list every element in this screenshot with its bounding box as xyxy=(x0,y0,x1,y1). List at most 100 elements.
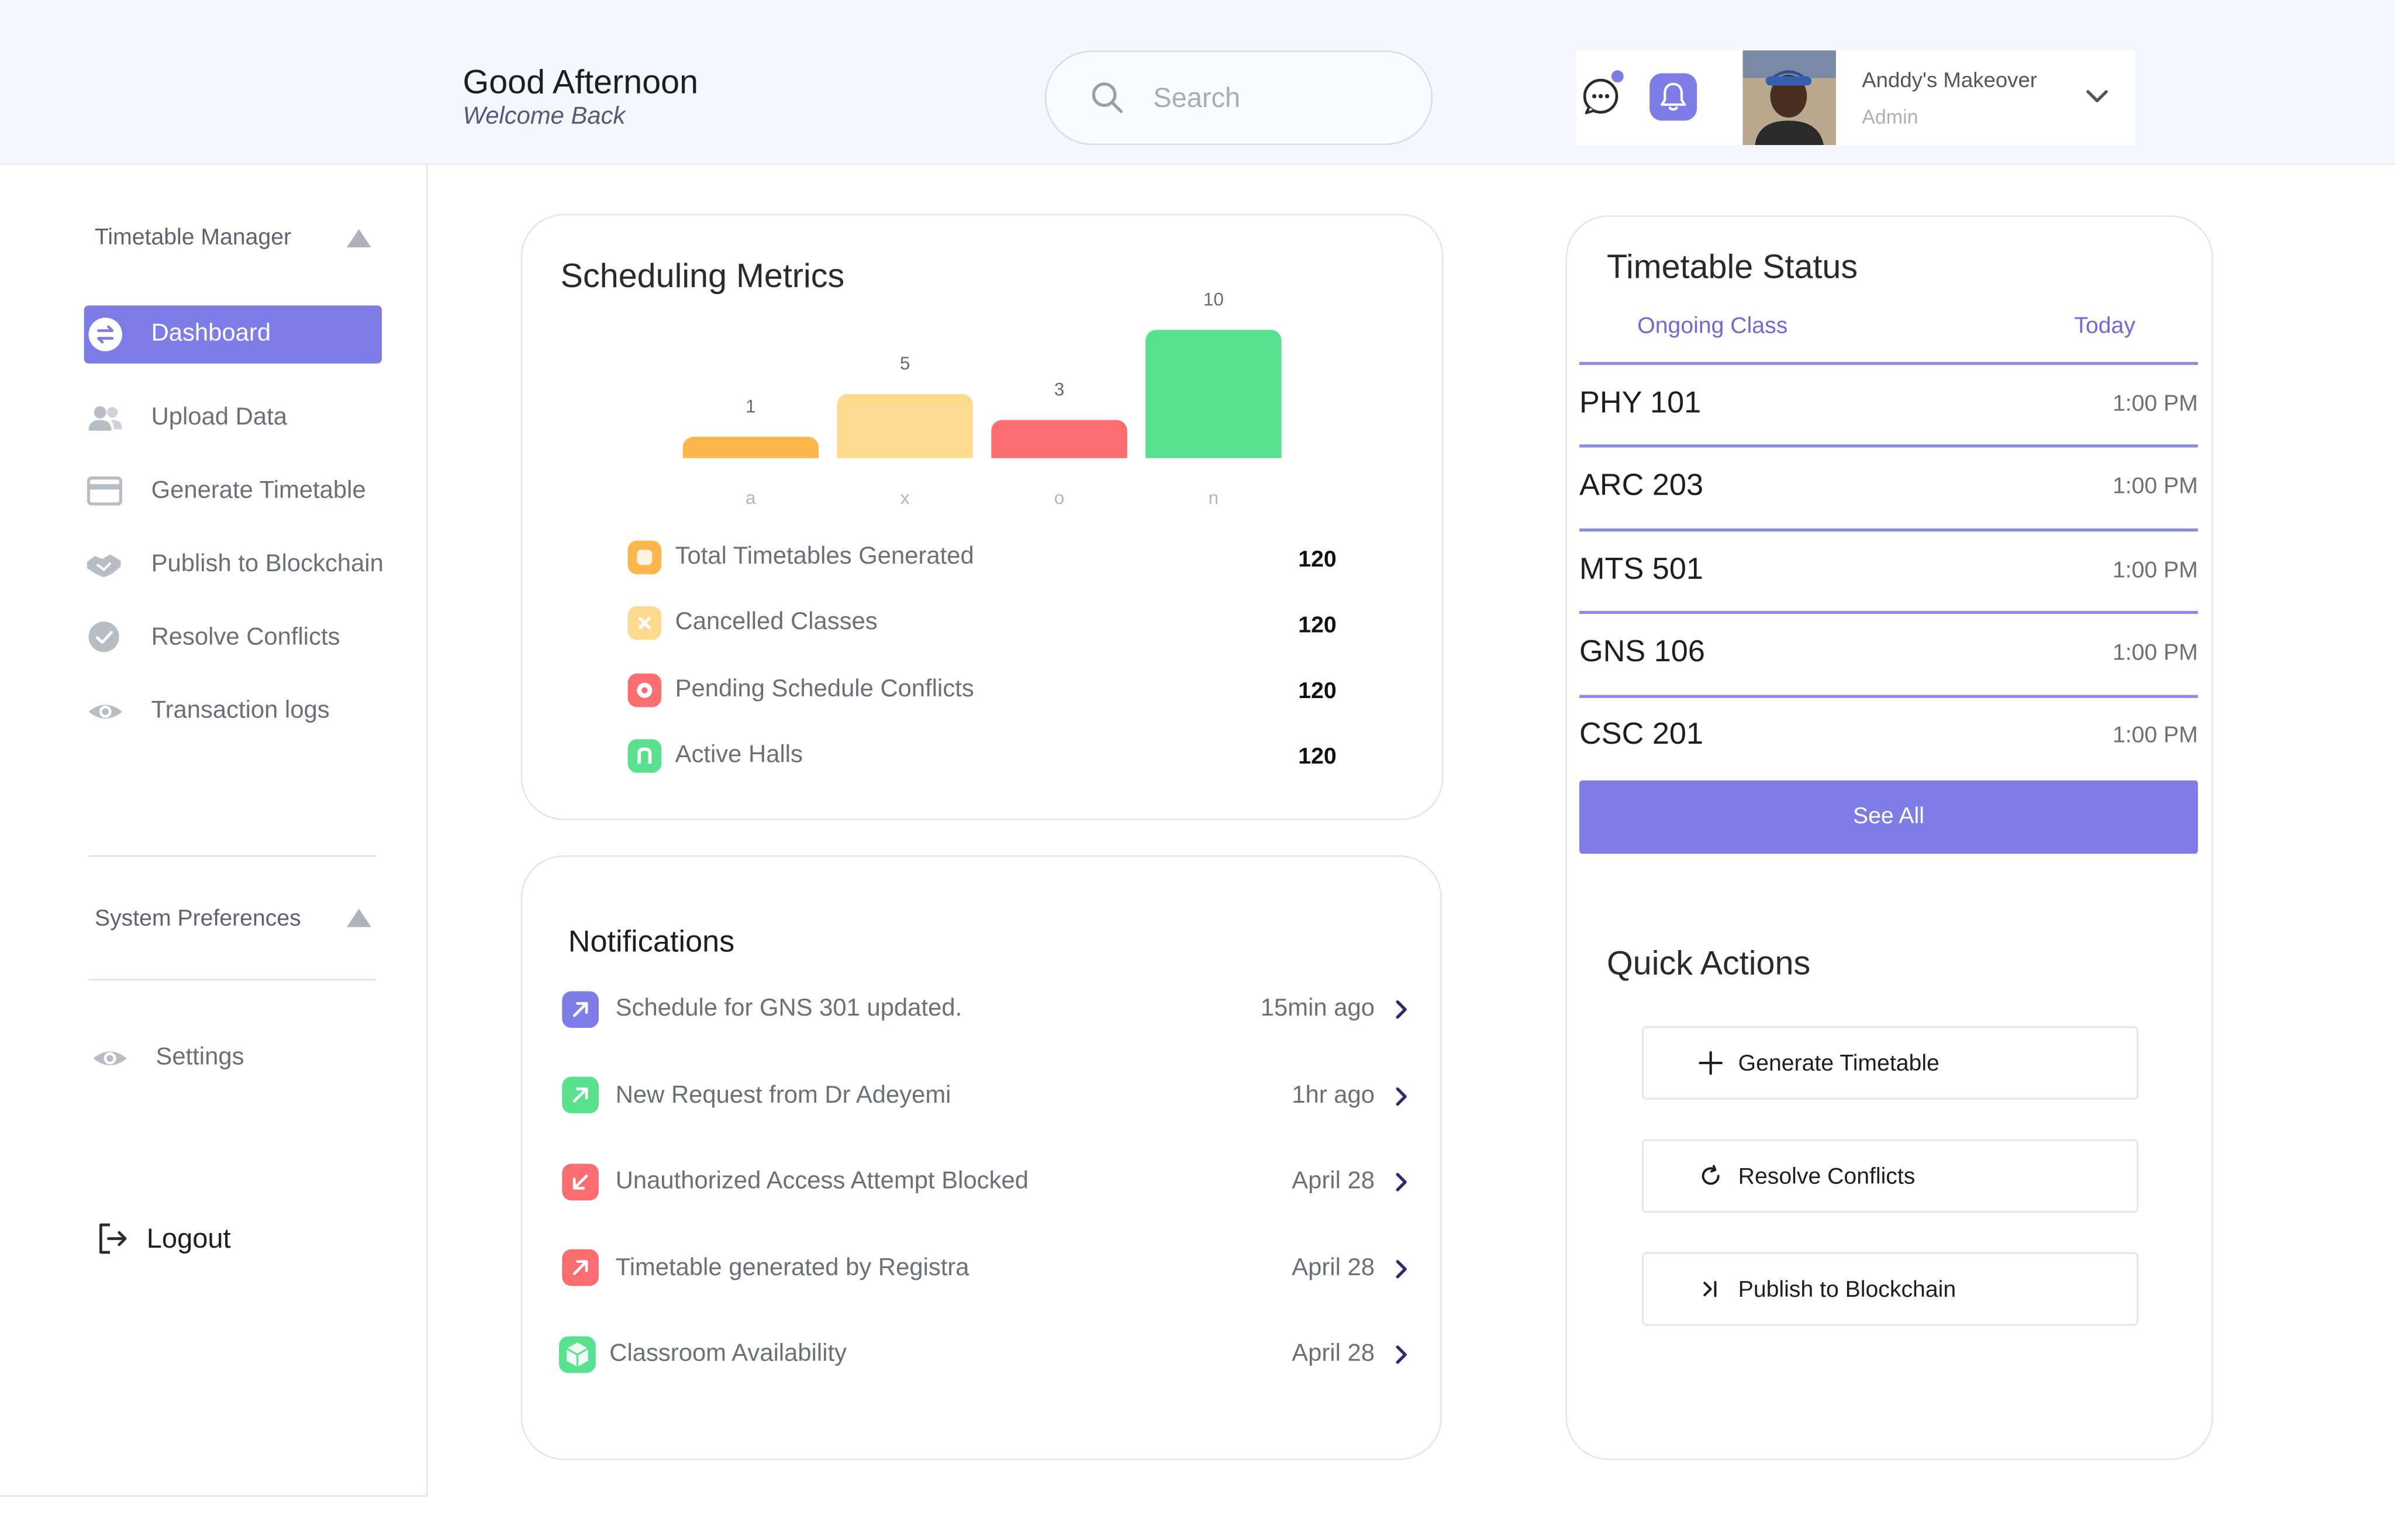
legend-value-pending-conflicts: 120 xyxy=(1298,678,1337,705)
x-icon xyxy=(638,617,651,630)
row-divider xyxy=(1579,444,2198,447)
legend-swatch-cancelled xyxy=(627,606,662,640)
n-icon xyxy=(637,747,652,764)
arrow-up-right-icon xyxy=(562,991,599,1028)
chart-bar-x xyxy=(837,393,973,458)
legend-label-pending-conflicts: Pending Schedule Conflicts xyxy=(675,676,974,703)
arrow-down-left-icon xyxy=(562,1163,599,1201)
chart-data-label: 5 xyxy=(899,353,910,374)
chart-category-label: x xyxy=(900,487,910,509)
notification-time: April 28 xyxy=(1292,1255,1375,1282)
plus-icon xyxy=(1699,1051,1723,1075)
legend-value-active-halls: 120 xyxy=(1298,744,1337,770)
refresh-icon xyxy=(1702,1165,1720,1185)
cube-icon xyxy=(559,1336,596,1373)
chart-category-label: o xyxy=(1054,487,1065,509)
class-time: 1:00 PM xyxy=(2112,557,2198,583)
generate-timetable-label: Generate Timetable xyxy=(1738,1051,1940,1077)
class-code[interactable]: CSC 201 xyxy=(1579,718,1703,753)
user-role: Admin xyxy=(1862,105,1918,129)
chart-category-label: a xyxy=(746,487,756,509)
chart-data-label: 3 xyxy=(1054,378,1065,400)
chevron-right-icon[interactable] xyxy=(1393,1086,1408,1107)
column-header-today: Today xyxy=(2074,313,2135,339)
arrow-up-right-icon xyxy=(562,1076,599,1114)
class-time: 1:00 PM xyxy=(2112,473,2198,500)
class-time: 1:00 PM xyxy=(2112,640,2198,666)
row-divider xyxy=(1579,695,2198,698)
legend-label-total-timetables: Total Timetables Generated xyxy=(675,543,974,570)
notification-time: 15min ago xyxy=(1260,996,1375,1022)
notification-text[interactable]: Classroom Availability xyxy=(609,1341,847,1369)
avatar[interactable] xyxy=(1742,50,1836,146)
notification-time: April 28 xyxy=(1292,1341,1375,1367)
sidebar-item-label: Dashboard xyxy=(151,320,271,347)
metrics-bar-chart: 1 a 5 x 3 o 10 n xyxy=(657,272,1313,516)
row-divider xyxy=(1579,362,2198,365)
swap-icon xyxy=(88,317,122,351)
user-photo xyxy=(1742,50,1836,146)
sidebar-divider xyxy=(88,979,376,981)
class-code[interactable]: MTS 501 xyxy=(1579,553,1703,588)
notification-text[interactable]: Timetable generated by Registra xyxy=(616,1255,969,1283)
see-all-label: See All xyxy=(1852,803,1924,830)
chart-data-label: 1 xyxy=(746,395,756,417)
section-title-system-preferences: System Preferences xyxy=(94,906,301,932)
chart-bar-n xyxy=(1145,330,1282,458)
chevron-right-icon[interactable] xyxy=(1393,1172,1408,1193)
greeting-title: Good Afternoon xyxy=(463,63,699,101)
class-code[interactable]: ARC 203 xyxy=(1579,469,1703,504)
sidebar-item-generate-timetable[interactable]: Generate Timetable xyxy=(151,478,366,506)
sidebar-item-resolve-conflicts[interactable]: Resolve Conflicts xyxy=(151,624,340,652)
legend-value-total-timetables: 120 xyxy=(1298,547,1337,573)
unread-dot xyxy=(1611,70,1624,83)
collapse-triangle-icon[interactable] xyxy=(346,909,371,927)
row-divider xyxy=(1579,528,2198,531)
search-input[interactable] xyxy=(1153,79,1398,116)
timetable-status-title: Timetable Status xyxy=(1607,247,1858,286)
skip-forward-icon xyxy=(1703,1280,1717,1297)
legend-swatch-active-halls xyxy=(627,739,662,773)
legend-swatch-pending xyxy=(627,673,662,707)
notification-time: April 28 xyxy=(1292,1168,1375,1194)
sidebar xyxy=(0,165,428,1497)
sidebar-item-settings[interactable]: Settings xyxy=(156,1045,244,1072)
legend-value-cancelled-classes: 120 xyxy=(1298,612,1337,638)
chevron-right-icon[interactable] xyxy=(1393,999,1408,1020)
legend-label-cancelled-classes: Cancelled Classes xyxy=(675,609,878,636)
chevron-right-icon[interactable] xyxy=(1393,1258,1408,1280)
users-icon xyxy=(88,406,122,431)
chart-bar-a xyxy=(682,437,819,458)
logout-icon xyxy=(99,1223,127,1254)
card-icon xyxy=(87,476,122,506)
sidebar-item-upload-data[interactable]: Upload Data xyxy=(151,405,287,432)
notification-text[interactable]: Schedule for GNS 301 updated. xyxy=(616,996,962,1023)
logout-button[interactable]: Logout xyxy=(147,1223,231,1255)
sidebar-divider xyxy=(88,855,376,857)
row-divider xyxy=(1579,610,2198,613)
chart-data-label: 10 xyxy=(1203,288,1224,310)
bell-icon xyxy=(1660,82,1686,111)
eye-icon xyxy=(88,705,122,719)
collapse-triangle-icon[interactable] xyxy=(346,229,371,248)
notification-text[interactable]: Unauthorized Access Attempt Blocked xyxy=(616,1168,1029,1196)
user-name: Anddy's Makeover xyxy=(1862,67,2037,92)
chart-category-label: n xyxy=(1208,487,1219,509)
check-circle-icon xyxy=(88,621,119,652)
notification-button[interactable] xyxy=(1649,73,1697,121)
sidebar-item-transaction-logs[interactable]: Transaction logs xyxy=(151,698,330,726)
chart-bar-o xyxy=(991,419,1127,458)
quick-actions-title: Quick Actions xyxy=(1607,944,1811,982)
notification-text[interactable]: New Request from Dr Adeyemi xyxy=(616,1083,951,1110)
eye-icon xyxy=(93,1051,127,1066)
chevron-right-icon[interactable] xyxy=(1393,1344,1408,1366)
chevron-down-icon[interactable] xyxy=(2083,85,2111,107)
handshake-icon xyxy=(87,554,121,578)
sidebar-item-publish-to-blockchain[interactable]: Publish to Blockchain xyxy=(151,551,384,579)
column-header-ongoing-class: Ongoing Class xyxy=(1637,313,1788,339)
class-code[interactable]: PHY 101 xyxy=(1579,386,1701,422)
section-title-timetable-manager: Timetable Manager xyxy=(94,224,292,251)
class-code[interactable]: GNS 106 xyxy=(1579,636,1705,671)
arrow-up-right-icon xyxy=(562,1249,599,1286)
notification-time: 1hr ago xyxy=(1292,1083,1375,1109)
